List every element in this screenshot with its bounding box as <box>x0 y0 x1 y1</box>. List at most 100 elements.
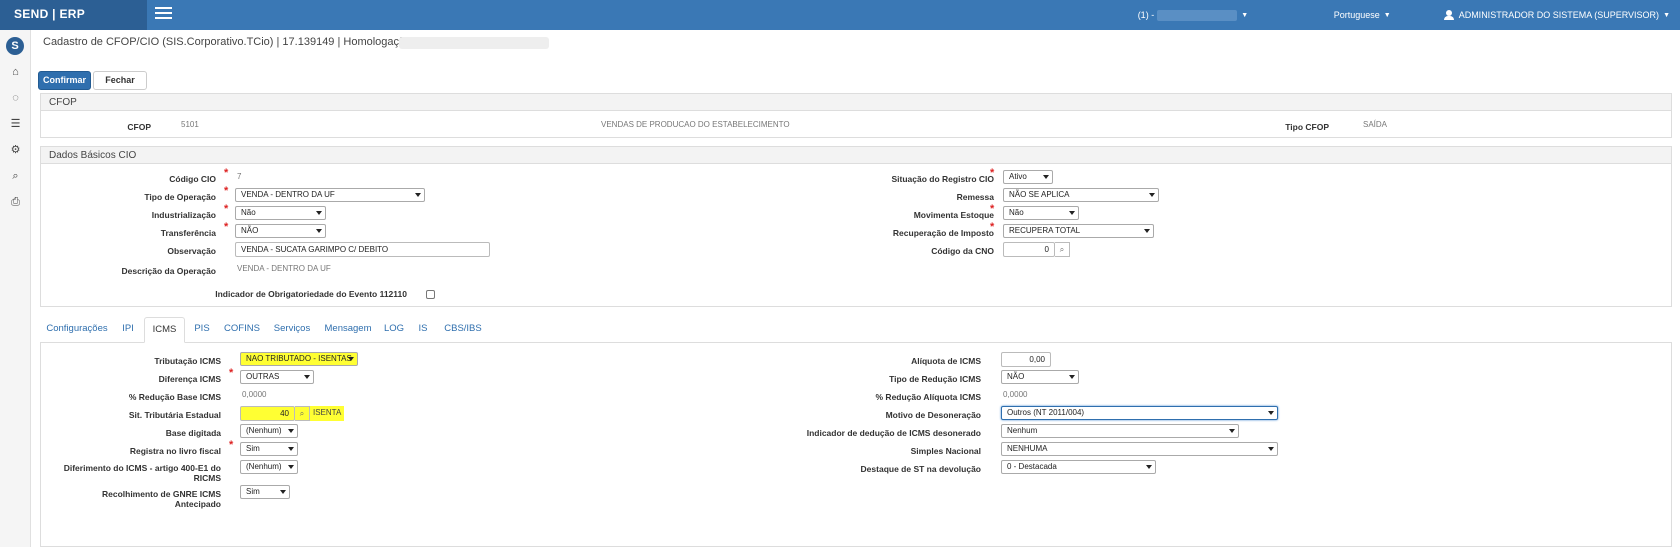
chevron-down-icon <box>288 447 294 451</box>
simples-nacional-select[interactable]: NENHUMA <box>1001 442 1278 456</box>
tributacao-icms-label: Tributação ICMS <box>154 356 221 366</box>
indicador-deducao-select[interactable]: Nenhum <box>1001 424 1239 438</box>
confirm-button[interactable]: Confirmar <box>38 71 91 90</box>
select-value: Nenhum <box>1007 426 1038 435</box>
chevron-down-icon <box>1144 229 1150 233</box>
reducao-aliquota-value: 0,0000 <box>1003 390 1028 399</box>
base-digitada-label: Base digitada <box>165 428 221 438</box>
chevron-down-icon <box>1229 429 1235 433</box>
chevron-down-icon <box>316 229 322 233</box>
cno-input[interactable]: 0 <box>1003 242 1055 257</box>
tab-servicos[interactable]: Serviços <box>267 317 317 343</box>
required-marker: * <box>224 185 229 197</box>
panel-header: Dados Básicos CIO <box>41 147 1671 164</box>
tab-ipi[interactable]: IPI <box>114 317 142 343</box>
tab-is[interactable]: IS <box>411 317 435 343</box>
search-icon[interactable]: ⌕ <box>9 170 22 183</box>
registra-livro-select[interactable]: Sim <box>240 442 298 456</box>
environment-redacted <box>399 37 549 49</box>
chevron-down-icon <box>1268 447 1274 451</box>
base-digitada-select[interactable]: (Nenhum) <box>240 424 298 438</box>
required-marker: * <box>229 439 234 451</box>
chevron-down-icon <box>1268 411 1274 415</box>
tab-configuracoes[interactable]: Configurações <box>42 317 112 343</box>
basic-data-panel: Dados Básicos CIO Código CIO * 7 Tipo de… <box>40 146 1672 307</box>
app-logo-icon[interactable]: S <box>6 37 24 55</box>
select-value: Não <box>1009 208 1024 217</box>
menu-toggle-icon[interactable] <box>155 7 172 21</box>
select-value: Sim <box>246 487 260 496</box>
tab-log[interactable]: LOG <box>379 317 409 343</box>
registra-livro-label: Registra no livro fiscal <box>129 446 221 456</box>
observacao-label: Observação <box>167 246 216 256</box>
chevron-down-icon <box>1069 375 1075 379</box>
account-name-redacted <box>1157 9 1238 21</box>
aliquota-input[interactable]: 0,00 <box>1001 352 1051 367</box>
destaque-st-label: Destaque de ST na devolução <box>860 464 981 474</box>
gears-icon[interactable]: ⚙ <box>9 144 22 157</box>
sit-tributaria-search-icon[interactable]: ⌕ <box>295 406 310 421</box>
spinner-icon[interactable]: ◌ <box>9 92 22 105</box>
reducao-aliquota-label: % Redução Alíquota ICMS <box>875 392 981 402</box>
recuperacao-label: Recuperação de Imposto <box>892 228 994 238</box>
chevron-down-icon <box>1069 211 1075 215</box>
print-icon[interactable]: ⎙ <box>9 196 22 209</box>
required-marker: * <box>990 221 995 233</box>
sit-tributaria-input[interactable]: 40 <box>240 406 295 421</box>
movimenta-estoque-select[interactable]: Não <box>1003 206 1079 220</box>
user-menu[interactable]: ADMINISTRADOR DO SISTEMA (SUPERVISOR) ▼ <box>1443 10 1680 20</box>
cfop-code: 5101 <box>181 120 199 129</box>
descricao-operacao-value: VENDA - DENTRO DA UF <box>237 264 331 273</box>
account-selector[interactable]: (1) - ▼ <box>1137 9 1334 21</box>
observacao-input[interactable]: VENDA - SUCATA GARIMPO C/ DEBITO <box>235 242 490 257</box>
select-value: VENDA - DENTRO DA UF <box>241 190 335 199</box>
cno-label: Código da CNO <box>931 246 994 256</box>
top-bar: SEND | ERP (1) - ▼ Portuguese ▼ ADMINIST… <box>0 0 1680 30</box>
tipo-reducao-select[interactable]: NÃO <box>1001 370 1079 384</box>
caret-down-icon: ▼ <box>1383 11 1391 19</box>
home-icon[interactable]: ⌂ <box>9 66 22 79</box>
icms-tab-panel: Tributação ICMS NAO TRIBUTADO - ISENTAS … <box>40 343 1672 547</box>
situacao-select[interactable]: Ativo <box>1003 170 1053 184</box>
motivo-desoneracao-select[interactable]: Outros (NT 2011/004) <box>1001 406 1278 420</box>
tab-cbs-ibs[interactable]: CBS/IBS <box>437 317 489 343</box>
select-value: OUTRAS <box>246 372 280 381</box>
tab-icms[interactable]: ICMS <box>144 317 185 343</box>
select-value: NENHUMA <box>1007 444 1048 453</box>
indicador-evento-label: Indicador de Obrigatoriedade do Evento 1… <box>215 289 407 299</box>
tab-mensagem[interactable]: Mensagem <box>319 317 377 343</box>
brand-logo[interactable]: SEND | ERP <box>0 0 147 30</box>
select-value: Ativo <box>1009 172 1027 181</box>
recuperacao-select[interactable]: RECUPERA TOTAL <box>1003 224 1154 238</box>
industrializacao-select[interactable]: Não <box>235 206 326 220</box>
tab-cofins[interactable]: COFINS <box>219 317 265 343</box>
industrializacao-label: Industrialização <box>151 210 216 220</box>
required-marker: * <box>229 367 234 379</box>
diferenca-icms-select[interactable]: OUTRAS <box>240 370 314 384</box>
tab-pis[interactable]: PIS <box>187 317 217 343</box>
motivo-desoneracao-label: Motivo de Desoneração <box>885 410 981 420</box>
account-label: (1) - <box>1137 10 1155 20</box>
cfop-type-label: Tipo CFOP <box>1285 122 1329 132</box>
diferimento-select[interactable]: (Nenhum) <box>240 460 298 474</box>
tipo-operacao-label: Tipo de Operação <box>144 192 216 202</box>
cno-search-icon[interactable]: ⌕ <box>1055 242 1070 257</box>
destaque-st-select[interactable]: 0 - Destacada <box>1001 460 1156 474</box>
chevron-down-icon <box>1149 193 1155 197</box>
diferenca-icms-label: Diferença ICMS <box>158 374 221 384</box>
transferencia-select[interactable]: NÃO <box>235 224 326 238</box>
gnre-label: Recolhimento de GNRE ICMS Antecipado <box>101 489 221 509</box>
language-selector[interactable]: Portuguese ▼ <box>1334 10 1444 20</box>
reducao-base-value: 0,0000 <box>242 390 267 399</box>
close-button[interactable]: Fechar <box>93 71 147 90</box>
gnre-select[interactable]: Sim <box>240 485 290 499</box>
language-label: Portuguese <box>1333 10 1380 20</box>
indicador-evento-checkbox[interactable] <box>426 290 435 299</box>
tipo-operacao-select[interactable]: VENDA - DENTRO DA UF <box>235 188 425 202</box>
select-value: (Nenhum) <box>246 462 282 471</box>
remessa-select[interactable]: NÃO SE APLICA <box>1003 188 1159 202</box>
sit-tributaria-description: ISENTA <box>310 406 344 421</box>
user-icon <box>1443 10 1454 20</box>
list-icon[interactable]: ☰ <box>9 118 22 131</box>
tributacao-icms-select[interactable]: NAO TRIBUTADO - ISENTAS <box>240 352 358 366</box>
